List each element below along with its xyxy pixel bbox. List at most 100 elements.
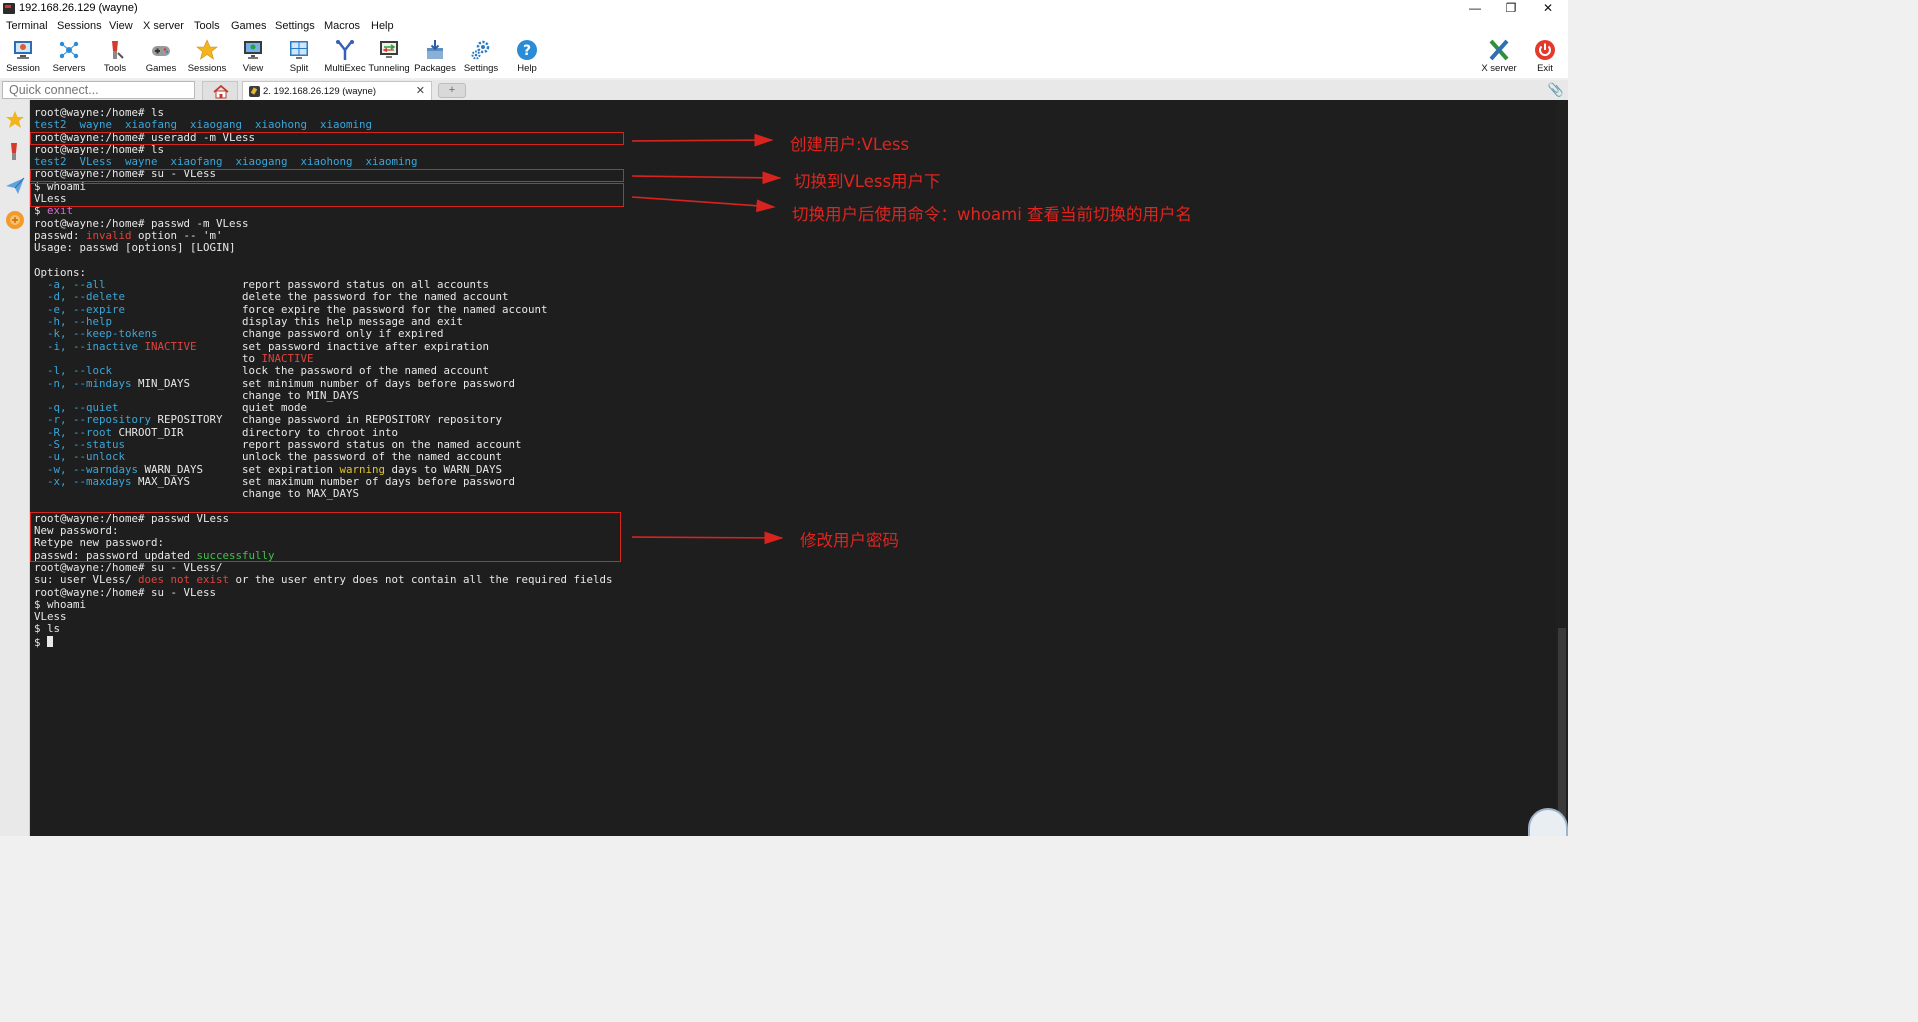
quick-connect-input[interactable] — [2, 81, 195, 99]
games-button[interactable]: Games — [138, 36, 184, 78]
sidebar-sftp-tab[interactable] — [3, 174, 27, 200]
terminal-text: $ whoami — [34, 597, 87, 611]
split-button[interactable]: Split — [276, 36, 322, 78]
session-button[interactable]: Session — [0, 36, 46, 78]
ssh-session-icon — [249, 86, 260, 97]
terminal-text: passwd: — [34, 228, 87, 242]
terminal-text: change to MAX_DAYS — [34, 487, 360, 501]
terminal-text: delete the password for the named accoun… — [125, 290, 509, 304]
sidebar-sessions-tab[interactable] — [3, 108, 27, 134]
exit-label: Exit — [1537, 63, 1553, 74]
terminal-text: does not exist — [138, 573, 230, 587]
annotation-change-password: 修改用户密码 — [800, 531, 899, 550]
home-tab[interactable] — [202, 81, 238, 100]
packages-button[interactable]: Packages — [412, 36, 458, 78]
terminal-text: -x, --maxdays — [34, 474, 132, 488]
left-sidebar — [0, 100, 30, 836]
terminal-text: -i, --inactive — [34, 339, 139, 353]
settings-icon — [471, 40, 490, 60]
xserver-button[interactable]: X server — [1476, 36, 1522, 78]
menu-bar: Terminal Sessions View X server Tools Ga… — [0, 18, 1568, 36]
view-icon — [244, 41, 262, 59]
menu-terminal[interactable]: Terminal — [6, 20, 48, 32]
tools-button[interactable]: Tools — [92, 36, 138, 78]
terminal-text: root@wayne:/home# su - VLess/ — [34, 560, 223, 574]
terminal-text: invalid — [86, 228, 132, 242]
terminal-text: REPOSITORY change password in REPOSITORY… — [151, 413, 503, 427]
tunneling-button[interactable]: Tunneling — [366, 36, 412, 78]
annotation-box-useradd — [30, 132, 624, 145]
terminal-text: -w, --warndays — [34, 462, 139, 476]
maximize-button[interactable]: ❐ — [1493, 0, 1529, 18]
session-icon — [14, 41, 32, 59]
sidebar-macros-tab[interactable] — [3, 208, 27, 234]
terminal-text: lock the password of the named account — [112, 364, 490, 378]
paperclip-icon[interactable]: 📎 — [1548, 82, 1564, 98]
multiexec-label: MultiExec — [324, 63, 366, 74]
tab-bar: 2. 192.168.26.129 (wayne) ✕ + 📎 — [0, 80, 1568, 100]
terminal-text: test2 VLess wayne xiaofang xiaogang xiao… — [34, 155, 418, 169]
terminal-text: set password inactive after expiration — [196, 339, 490, 353]
view-button[interactable]: View — [230, 36, 276, 78]
terminal-scrollbar[interactable] — [1556, 100, 1568, 836]
terminal-text: -e, --expire — [34, 302, 126, 316]
help-button[interactable]: ? Help — [504, 36, 550, 78]
settings-button[interactable]: Settings — [458, 36, 504, 78]
sidebar-tools-tab[interactable] — [3, 140, 27, 166]
games-label: Games — [145, 63, 177, 74]
tunneling-label: Tunneling — [368, 63, 410, 74]
star-icon — [6, 111, 24, 128]
terminal-text: VLess — [34, 610, 67, 624]
svg-text:?: ? — [523, 43, 531, 59]
terminal-text: option -- 'm' — [131, 228, 223, 242]
terminal-line: change to MAX_DAYS — [34, 488, 613, 500]
terminal-text: to — [34, 351, 262, 365]
terminal-text: change password only if expired — [157, 327, 444, 341]
xserver-icon — [1489, 39, 1509, 61]
menu-macros[interactable]: Macros — [324, 20, 360, 32]
terminal-text: -q, --quiet — [34, 401, 119, 415]
multiexec-button[interactable]: MultiExec — [322, 36, 368, 78]
sessions-button[interactable]: Sessions — [184, 36, 230, 78]
tab-session-192-168-26-129[interactable]: 2. 192.168.26.129 (wayne) ✕ — [242, 81, 432, 100]
tab-title: 2. 192.168.26.129 (wayne) — [263, 86, 377, 97]
terminal-text: quiet mode — [118, 401, 308, 415]
tools-label: Tools — [103, 63, 127, 74]
servers-button[interactable]: Servers — [46, 36, 92, 78]
toolbar: Session Servers Tools Games Sessions Vie… — [0, 36, 1568, 78]
annotation-box-passwd — [30, 512, 621, 562]
menu-games[interactable]: Games — [231, 20, 266, 32]
new-tab-button[interactable]: + — [438, 83, 466, 98]
terminal-text: $ — [34, 635, 48, 649]
paper-plane-icon — [6, 177, 25, 194]
terminal-text: INACTIVE — [261, 351, 314, 365]
menu-tools[interactable]: Tools — [194, 20, 220, 32]
scrollbar-thumb[interactable] — [1558, 628, 1566, 836]
menu-sessions[interactable]: Sessions — [57, 20, 102, 32]
terminal-text: report password status on all accounts — [105, 278, 490, 292]
help-icon: ? — [517, 40, 537, 60]
terminal-text: CHROOT_DIR directory to chroot into — [112, 425, 399, 439]
terminal-text: -a, --all — [34, 278, 106, 292]
macros-icon — [6, 211, 24, 229]
terminal-text: -n, --mindays — [34, 376, 132, 390]
terminal-text: days to WARN_DAYS — [385, 462, 503, 476]
terminal-text: root@wayne:/home# ls — [34, 106, 165, 119]
exit-button[interactable]: Exit — [1522, 36, 1568, 78]
terminal-cursor — [47, 635, 54, 647]
split-label: Split — [289, 63, 309, 74]
close-window-button[interactable]: ✕ — [1530, 0, 1566, 18]
menu-x-server[interactable]: X server — [143, 20, 184, 32]
terminal-text: -S, --status — [34, 438, 126, 452]
minimize-button[interactable]: — — [1457, 0, 1493, 18]
close-tab-icon[interactable]: ✕ — [416, 84, 425, 97]
split-icon — [290, 41, 308, 59]
menu-help[interactable]: Help — [371, 20, 394, 32]
menu-view[interactable]: View — [109, 20, 133, 32]
terminal-text: INACTIVE — [144, 339, 197, 353]
terminal-text: Options: — [34, 265, 87, 279]
terminal-text: -l, --lock — [34, 364, 113, 378]
menu-settings[interactable]: Settings — [275, 20, 315, 32]
annotation-create-user: 创建用户:VLess — [790, 135, 910, 154]
